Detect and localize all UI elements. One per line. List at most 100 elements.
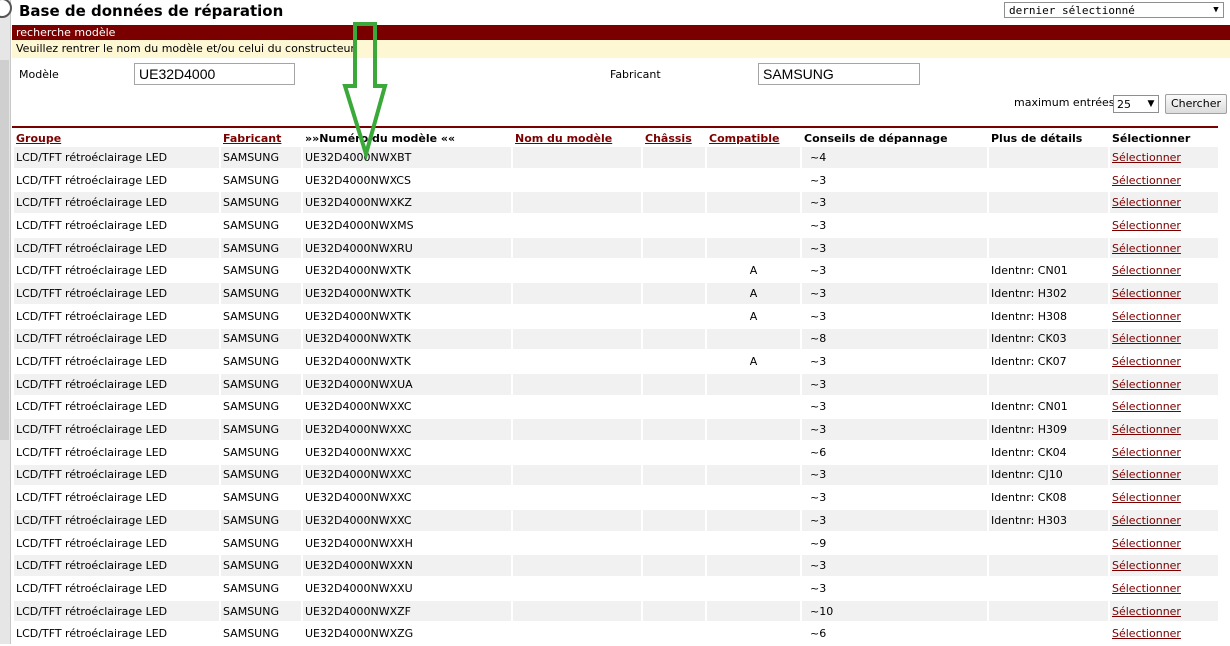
select-link[interactable]: Sélectionner [1112, 491, 1181, 504]
max-entries-select[interactable]: 25 ▼ [1113, 95, 1159, 113]
select-link[interactable]: Sélectionner [1112, 332, 1181, 345]
cell-model-name [513, 147, 641, 168]
cell-model-name [513, 464, 641, 486]
select-link[interactable]: Sélectionner [1112, 264, 1181, 277]
cell-select[interactable]: Sélectionner [1110, 328, 1218, 350]
select-link[interactable]: Sélectionner [1112, 242, 1181, 255]
select-link[interactable]: Sélectionner [1112, 468, 1181, 481]
cell-manufacturer: SAMSUNG [221, 215, 301, 236]
select-link[interactable]: Sélectionner [1112, 151, 1181, 164]
select-link[interactable]: Sélectionner [1112, 310, 1181, 323]
table-row: LCD/TFT rétroéclairage LED SAMSUNG UE32D40… [14, 283, 1218, 304]
select-link[interactable]: Sélectionner [1112, 219, 1181, 232]
manufacturer-input[interactable]: SAMSUNG [758, 63, 920, 85]
cell-model-name [513, 487, 641, 508]
cell-group: LCD/TFT rétroéclairage LED [14, 328, 219, 350]
select-link[interactable]: Sélectionner [1112, 559, 1181, 572]
cell-compatible [707, 192, 800, 214]
cell-select[interactable]: Sélectionner [1110, 283, 1218, 304]
cell-select[interactable]: Sélectionner [1110, 487, 1218, 508]
column-header-tips: Conseils de dépannage [802, 131, 987, 145]
select-link[interactable]: Sélectionner [1112, 174, 1181, 187]
cell-select[interactable]: Sélectionner [1110, 147, 1218, 168]
cell-select[interactable]: Sélectionner [1110, 351, 1218, 372]
cell-select[interactable]: Sélectionner [1110, 464, 1218, 486]
table-row: LCD/TFT rétroéclairage LED SAMSUNG UE32D40… [14, 600, 1218, 622]
cell-model-number: UE32D4000NWXBT [303, 147, 511, 168]
cell-compatible: A [707, 351, 800, 372]
cell-select[interactable]: Sélectionner [1110, 578, 1218, 599]
cell-select[interactable]: Sélectionner [1110, 215, 1218, 236]
select-link[interactable]: Sélectionner [1112, 605, 1181, 618]
column-header-manufacturer[interactable]: Fabricant [221, 131, 301, 145]
scrollbar-thumb[interactable] [0, 60, 9, 440]
cell-group: LCD/TFT rétroéclairage LED [14, 260, 219, 282]
cell-select[interactable]: Sélectionner [1110, 623, 1218, 645]
column-header-model-name[interactable]: Nom du modèle [513, 131, 641, 145]
select-link[interactable]: Sélectionner [1112, 378, 1181, 391]
column-header-chassis[interactable]: Châssis [643, 131, 705, 145]
cell-group: LCD/TFT rétroéclairage LED [14, 351, 219, 372]
cell-manufacturer: SAMSUNG [221, 328, 301, 350]
select-link[interactable]: Sélectionner [1112, 423, 1181, 436]
cell-chassis [643, 373, 705, 395]
cell-select[interactable]: Sélectionner [1110, 237, 1218, 259]
cell-select[interactable]: Sélectionner [1110, 555, 1218, 577]
cell-chassis [643, 532, 705, 554]
cell-tips: ~3 [802, 464, 987, 486]
cell-compatible [707, 169, 800, 191]
cell-details: Identnr: CK03 [989, 328, 1108, 350]
cell-compatible: A [707, 260, 800, 282]
select-link[interactable]: Sélectionner [1112, 287, 1181, 300]
table-row: LCD/TFT rétroéclairage LED SAMSUNG UE32D40… [14, 237, 1218, 259]
max-entries-value: 25 [1117, 97, 1131, 111]
select-link[interactable]: Sélectionner [1112, 400, 1181, 413]
cell-tips: ~6 [802, 441, 987, 463]
cell-model-name [513, 555, 641, 577]
cell-select[interactable]: Sélectionner [1110, 260, 1218, 282]
cell-manufacturer: SAMSUNG [221, 192, 301, 214]
table-row: LCD/TFT rétroéclairage LED SAMSUNG UE32D40… [14, 532, 1218, 554]
cell-details [989, 169, 1108, 191]
cell-model-name [513, 532, 641, 554]
select-link[interactable]: Sélectionner [1112, 582, 1181, 595]
column-header-details: Plus de détails [989, 131, 1108, 145]
cell-model-name [513, 419, 641, 440]
last-selected-dropdown[interactable]: dernier sélectionné ▼ [1004, 2, 1224, 18]
select-link[interactable]: Sélectionner [1112, 537, 1181, 550]
select-link[interactable]: Sélectionner [1112, 355, 1181, 368]
cell-details [989, 578, 1108, 599]
cell-compatible [707, 487, 800, 508]
model-input[interactable]: UE32D4000 [134, 63, 295, 85]
cell-select[interactable]: Sélectionner [1110, 532, 1218, 554]
results-table: Groupe Fabricant »»Numéro du modèle «« N… [12, 129, 1220, 646]
cell-select[interactable]: Sélectionner [1110, 419, 1218, 440]
cell-model-name [513, 169, 641, 191]
cell-select[interactable]: Sélectionner [1110, 396, 1218, 418]
column-header-group[interactable]: Groupe [14, 131, 219, 145]
cell-select[interactable]: Sélectionner [1110, 441, 1218, 463]
table-row: LCD/TFT rétroéclairage LED SAMSUNG UE32D40… [14, 487, 1218, 508]
cell-compatible: A [707, 305, 800, 327]
cell-select[interactable]: Sélectionner [1110, 192, 1218, 214]
cell-select[interactable]: Sélectionner [1110, 305, 1218, 327]
cell-details: Identnr: CK08 [989, 487, 1108, 508]
cell-tips: ~4 [802, 147, 987, 168]
cell-select[interactable]: Sélectionner [1110, 510, 1218, 531]
cell-select[interactable]: Sélectionner [1110, 169, 1218, 191]
cell-manufacturer: SAMSUNG [221, 532, 301, 554]
cell-select[interactable]: Sélectionner [1110, 600, 1218, 622]
cell-tips: ~3 [802, 169, 987, 191]
select-link[interactable]: Sélectionner [1112, 196, 1181, 209]
cell-chassis [643, 623, 705, 645]
cell-select[interactable]: Sélectionner [1110, 373, 1218, 395]
select-link[interactable]: Sélectionner [1112, 627, 1181, 640]
select-link[interactable]: Sélectionner [1112, 514, 1181, 527]
cell-tips: ~3 [802, 305, 987, 327]
cell-details: Identnr: CK04 [989, 441, 1108, 463]
column-header-compatible[interactable]: Compatible [707, 131, 800, 145]
cell-chassis [643, 510, 705, 531]
cell-tips: ~3 [802, 351, 987, 372]
select-link[interactable]: Sélectionner [1112, 446, 1181, 459]
search-button[interactable]: Chercher [1165, 94, 1227, 114]
